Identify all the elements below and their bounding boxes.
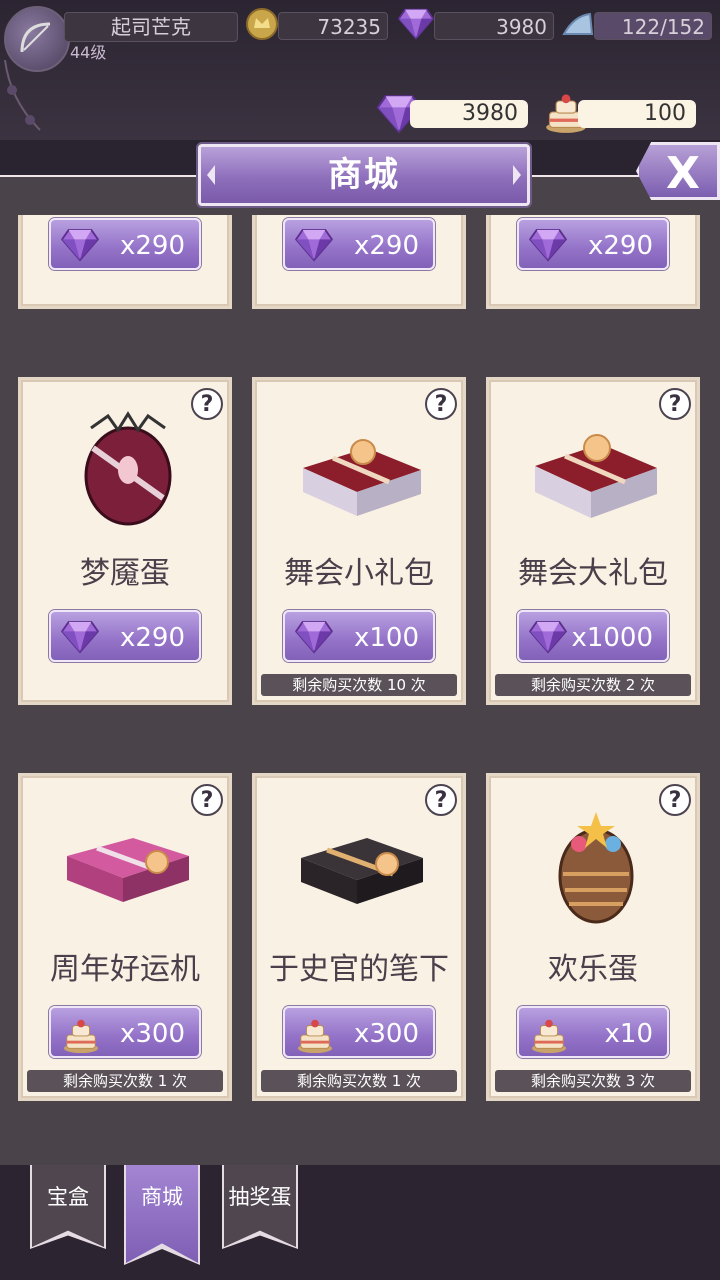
item-name: 舞会大礼包 (518, 556, 668, 591)
close-button[interactable]: X (636, 142, 720, 200)
cake-balance: 100 (578, 100, 696, 128)
shop-card-partial: x290 (252, 215, 466, 309)
gold-count: 73235 (278, 12, 388, 40)
shop-card[interactable]: ? 梦魇蛋 x290 (18, 377, 232, 705)
gem-icon (295, 228, 333, 262)
cake-icon (295, 1016, 335, 1054)
gem-balance: 3980 (410, 100, 528, 128)
red-gift-box-icon (303, 439, 421, 516)
price-label: x290 (587, 231, 653, 261)
bottom-tab-bar (0, 1165, 720, 1280)
price-label: x290 (119, 231, 185, 261)
rose-ornament-icon (4, 60, 41, 131)
black-gift-box-icon (301, 838, 423, 904)
item-name: 欢乐蛋 (548, 952, 638, 987)
gem-icon[interactable] (398, 6, 434, 42)
price-label: x100 (353, 623, 419, 653)
shop-card-partial: x290 (486, 215, 700, 309)
shop-card[interactable]: ? 舞会小礼包 x100 剩余购买次数 10 次 (252, 377, 466, 705)
glass-slipper-icon[interactable] (560, 6, 596, 42)
buy-button[interactable]: x290 (49, 218, 201, 270)
player-name: 起司芒克 (64, 12, 238, 42)
gem-icon (529, 228, 567, 262)
pink-gift-box-icon (67, 838, 189, 902)
price-label: x290 (119, 623, 185, 653)
item-name: 梦魇蛋 (80, 556, 170, 591)
item-name: 舞会小礼包 (284, 556, 434, 591)
festive-egg-icon (558, 812, 634, 924)
price-label: x300 (119, 1019, 185, 1049)
help-icon[interactable]: ? (191, 388, 223, 420)
buy-button[interactable]: x290 (517, 218, 669, 270)
buy-button[interactable]: x10 (517, 1006, 669, 1058)
help-icon[interactable]: ? (191, 784, 223, 816)
bow-icon (20, 22, 51, 53)
cake-icon (529, 1016, 569, 1054)
gem-icon (529, 620, 567, 654)
buy-button[interactable]: x300 (283, 1006, 435, 1058)
remaining-purchases: 剩余购买次数 2 次 (495, 674, 691, 696)
help-icon[interactable]: ? (659, 388, 691, 420)
buy-button[interactable]: x300 (49, 1006, 201, 1058)
shop-card-partial: x290 (18, 215, 232, 309)
item-name: 周年好运机 (50, 952, 200, 987)
price-label: x300 (353, 1019, 419, 1049)
cake-icon (61, 1016, 101, 1054)
price-label: x10 (604, 1019, 653, 1049)
buy-button[interactable]: x100 (283, 610, 435, 662)
item-grid[interactable]: x290 x290 x290 ? 梦魇蛋 x290 ? 舞会小礼包 x100 剩… (0, 215, 720, 1160)
gold-coin-icon (246, 8, 278, 40)
shop-card[interactable]: ? 欢乐蛋 x10 剩余购买次数 3 次 (486, 773, 700, 1101)
remaining-purchases: 剩余购买次数 10 次 (261, 674, 457, 696)
help-icon[interactable]: ? (659, 784, 691, 816)
buy-button[interactable]: x290 (283, 218, 435, 270)
gem-icon (295, 620, 333, 654)
item-name: 于史官的笔下 (269, 952, 449, 987)
gem-icon (61, 620, 99, 654)
gem-count: 3980 (434, 12, 554, 40)
shop-card[interactable]: ? 于史官的笔下 x300 剩余购买次数 1 次 (252, 773, 466, 1101)
stamina-count: 122/152 (594, 12, 712, 40)
remaining-purchases: 剩余购买次数 1 次 (261, 1070, 457, 1092)
help-icon[interactable]: ? (425, 784, 457, 816)
remaining-purchases: 剩余购买次数 1 次 (27, 1070, 223, 1092)
player-level: 44级 (70, 43, 107, 62)
shop-card[interactable]: ? 周年好运机 x300 剩余购买次数 1 次 (18, 773, 232, 1101)
shop-card[interactable]: ? 舞会大礼包 x1000 剩余购买次数 2 次 (486, 377, 700, 705)
price-label: x1000 (571, 623, 653, 653)
buy-button[interactable]: x290 (49, 610, 201, 662)
buy-button[interactable]: x1000 (517, 610, 669, 662)
shop-title: 商城 (198, 144, 530, 206)
price-label: x290 (353, 231, 419, 261)
dark-egg-icon (84, 411, 172, 526)
red-gift-box-icon (535, 434, 657, 518)
remaining-purchases: 剩余购买次数 3 次 (495, 1070, 691, 1092)
gem-icon (61, 228, 99, 262)
help-icon[interactable]: ? (425, 388, 457, 420)
